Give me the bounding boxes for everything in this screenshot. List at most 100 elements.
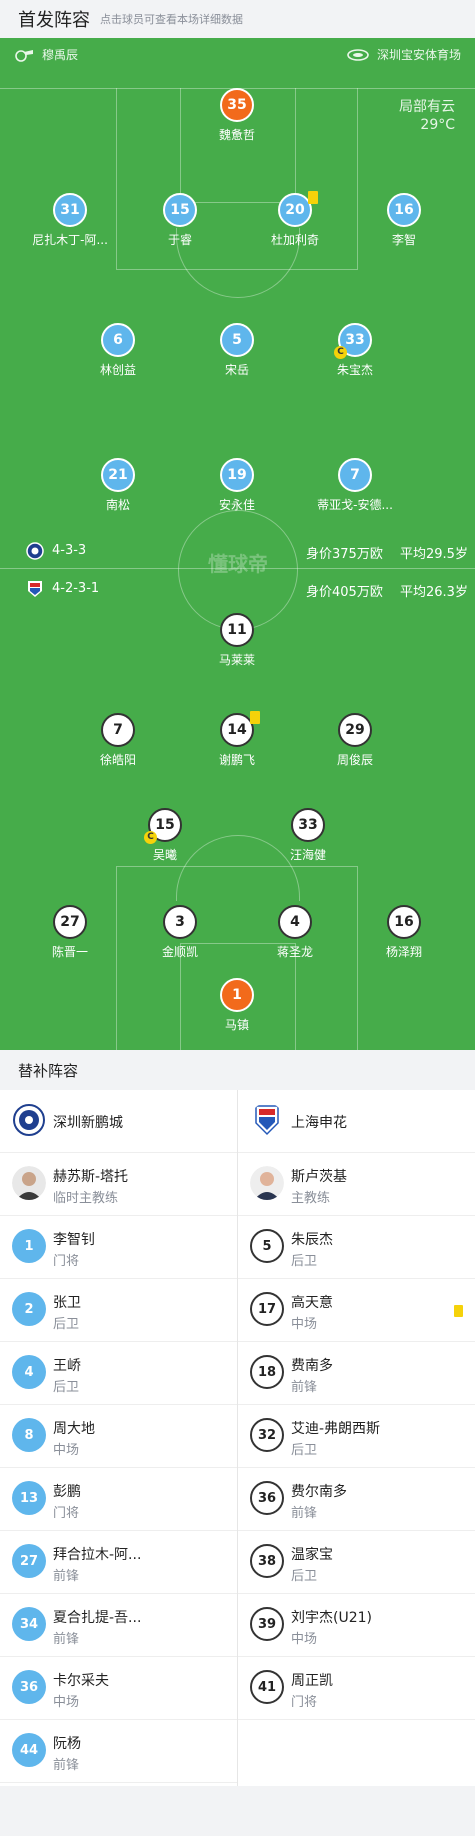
player-home[interactable]: 31 尼扎木丁-阿... bbox=[10, 193, 130, 248]
sub-player-row[interactable]: 36 费尔南多 前锋 bbox=[238, 1468, 475, 1531]
player-away[interactable]: 33 汪海健 bbox=[248, 808, 368, 863]
player-away[interactable]: 16 杨泽翔 bbox=[344, 905, 464, 960]
coach-name: 斯卢茨基 bbox=[291, 1169, 347, 1185]
sub-player-row[interactable]: 8 周大地 中场 bbox=[0, 1405, 237, 1468]
weather: 局部有云 29°C bbox=[399, 98, 455, 134]
sub-player-row[interactable]: 13 彭鹏 门将 bbox=[0, 1468, 237, 1531]
player-home[interactable]: 7 蒂亚戈-安德... bbox=[295, 458, 415, 513]
player-name: 金顺凯 bbox=[161, 945, 198, 959]
player-away[interactable]: 3 金顺凯 bbox=[120, 905, 240, 960]
sub-player-row[interactable]: 44 阮杨 前锋 bbox=[0, 1720, 237, 1783]
sub-player-row[interactable]: 39 刘宇杰(U21) 中场 bbox=[238, 1594, 475, 1657]
player-home[interactable]: 19 安永佳 bbox=[177, 458, 297, 513]
player-home[interactable]: 5 宋岳 bbox=[177, 323, 297, 378]
player-position: 后卫 bbox=[291, 1569, 318, 1584]
player-position: 门将 bbox=[53, 1254, 80, 1269]
player-number: 18 bbox=[250, 1355, 284, 1389]
sub-player-row[interactable]: 41 周正凯 门将 bbox=[238, 1657, 475, 1720]
player-name: 周大地 bbox=[53, 1421, 95, 1437]
team-name: 深圳新鹏城 bbox=[53, 1115, 123, 1131]
player-position: 中场 bbox=[291, 1632, 318, 1647]
sub-player-row[interactable]: 4 王峤 后卫 bbox=[0, 1342, 237, 1405]
player-position: 中场 bbox=[291, 1317, 318, 1332]
team-row[interactable]: 深圳新鹏城 bbox=[0, 1090, 237, 1153]
sub-player-row[interactable]: 27 拜合拉木-阿... 前锋 bbox=[0, 1531, 237, 1594]
yellow-card-icon bbox=[454, 1305, 463, 1317]
away-avg-age: 平均26.3岁 bbox=[400, 585, 468, 600]
subs-list: 深圳新鹏城 赫苏斯-塔托 临时主教练 1 李智钊 门将 2 张卫 后卫 4 王峤… bbox=[0, 1090, 475, 1786]
subs-header: 替补阵容 bbox=[0, 1050, 475, 1090]
player-name: 安永佳 bbox=[218, 498, 255, 512]
sub-player-row[interactable]: 2 张卫 后卫 bbox=[0, 1279, 237, 1342]
player-home[interactable]: 21 南松 bbox=[58, 458, 178, 513]
player-home[interactable]: 33 C 朱宝杰 bbox=[295, 323, 415, 378]
subs-away-column: 上海申花 斯卢茨基 主教练 5 朱辰杰 后卫 17 高天意 中场 18 费南多 … bbox=[238, 1090, 475, 1720]
player-name: 杨泽翔 bbox=[385, 945, 422, 959]
coach-avatar bbox=[250, 1166, 284, 1200]
player-number: 33 C bbox=[334, 323, 372, 359]
player-position: 前锋 bbox=[291, 1506, 318, 1521]
sub-player-row[interactable]: 18 费南多 前锋 bbox=[238, 1342, 475, 1405]
sub-player-row[interactable]: 34 夏合扎提-吾... 前锋 bbox=[0, 1594, 237, 1657]
team-name: 上海申花 bbox=[291, 1115, 347, 1131]
page-title: 首发阵容 bbox=[18, 10, 90, 31]
sub-player-row[interactable]: 5 朱辰杰 后卫 bbox=[238, 1216, 475, 1279]
player-home-gk[interactable]: 35 魏惫哲 bbox=[177, 88, 297, 143]
player-number: 5 bbox=[220, 323, 254, 357]
player-name: 朱宝杰 bbox=[336, 363, 373, 377]
player-name: 费尔南多 bbox=[291, 1484, 347, 1500]
player-name: 夏合扎提-吾... bbox=[53, 1610, 142, 1626]
sub-player-row[interactable]: 36 卡尔采夫 中场 bbox=[0, 1657, 237, 1720]
player-home[interactable]: 16 李智 bbox=[344, 193, 464, 248]
player-name: 费南多 bbox=[291, 1358, 333, 1374]
player-home[interactable]: 20 杜加利奇 bbox=[235, 191, 355, 248]
player-position: 中场 bbox=[53, 1443, 80, 1458]
sub-player-row[interactable]: 38 温家宝 后卫 bbox=[238, 1531, 475, 1594]
player-number: 15 bbox=[163, 193, 197, 227]
sub-player-row[interactable]: 32 艾迪-弗朗西斯 后卫 bbox=[238, 1405, 475, 1468]
player-away-gk[interactable]: 1 马镇 bbox=[177, 978, 297, 1033]
player-away[interactable]: 15 C 吴曦 bbox=[105, 808, 225, 863]
player-away[interactable]: 27 陈晋一 bbox=[10, 905, 130, 960]
page-header: 首发阵容 点击球员可查看本场详细数据 bbox=[0, 0, 475, 38]
player-home[interactable]: 6 林创益 bbox=[58, 323, 178, 378]
player-position: 前锋 bbox=[53, 1632, 80, 1647]
team-row[interactable]: 上海申花 bbox=[238, 1090, 475, 1153]
player-away[interactable]: 7 徐皓阳 bbox=[58, 713, 178, 768]
watermark-logo: 懂球帝 bbox=[208, 552, 268, 576]
player-name: 李智 bbox=[391, 233, 416, 247]
player-away[interactable]: 14 谢鹏飞 bbox=[177, 711, 297, 768]
player-away[interactable]: 11 马莱莱 bbox=[177, 613, 297, 668]
player-number: 36 bbox=[250, 1481, 284, 1515]
coach-name: 赫苏斯-塔托 bbox=[53, 1169, 129, 1185]
player-name: 宋岳 bbox=[224, 363, 249, 377]
sub-player-row[interactable]: 1 李智钊 门将 bbox=[0, 1216, 237, 1279]
player-name: 李智钊 bbox=[53, 1232, 95, 1248]
player-number: 36 bbox=[12, 1670, 46, 1704]
player-number: 29 bbox=[338, 713, 372, 747]
player-number: 34 bbox=[12, 1607, 46, 1641]
stadium-icon bbox=[347, 48, 369, 61]
player-number: 1 bbox=[12, 1229, 46, 1263]
player-away[interactable]: 29 周俊辰 bbox=[295, 713, 415, 768]
player-number: 33 bbox=[291, 808, 325, 842]
player-number: 20 bbox=[278, 191, 318, 227]
player-name: 汪海健 bbox=[289, 848, 326, 862]
sub-player-row[interactable]: 17 高天意 中场 bbox=[238, 1279, 475, 1342]
player-number: 39 bbox=[250, 1607, 284, 1641]
player-away[interactable]: 4 蒋圣龙 bbox=[235, 905, 355, 960]
player-number: 38 bbox=[250, 1544, 284, 1578]
player-number: 17 bbox=[250, 1292, 284, 1326]
referee: 穆禹辰 bbox=[14, 46, 78, 63]
home-avg-age: 平均29.5岁 bbox=[400, 547, 468, 562]
yellow-card-icon bbox=[308, 191, 318, 204]
coach-row[interactable]: 赫苏斯-塔托 临时主教练 bbox=[0, 1153, 237, 1216]
player-number: 5 bbox=[250, 1229, 284, 1263]
pitch: 穆禹辰 深圳宝安体育场 局部有云 29°C 35 魏惫哲 31 尼扎木丁-阿..… bbox=[0, 38, 475, 1050]
player-name: 蒋圣龙 bbox=[276, 945, 313, 959]
player-name: 蒂亚戈-安德... bbox=[317, 498, 393, 512]
coach-row[interactable]: 斯卢茨基 主教练 bbox=[238, 1153, 475, 1216]
player-position: 后卫 bbox=[53, 1317, 80, 1332]
player-name: 刘宇杰(U21) bbox=[291, 1610, 372, 1626]
player-home[interactable]: 15 于睿 bbox=[120, 193, 240, 248]
